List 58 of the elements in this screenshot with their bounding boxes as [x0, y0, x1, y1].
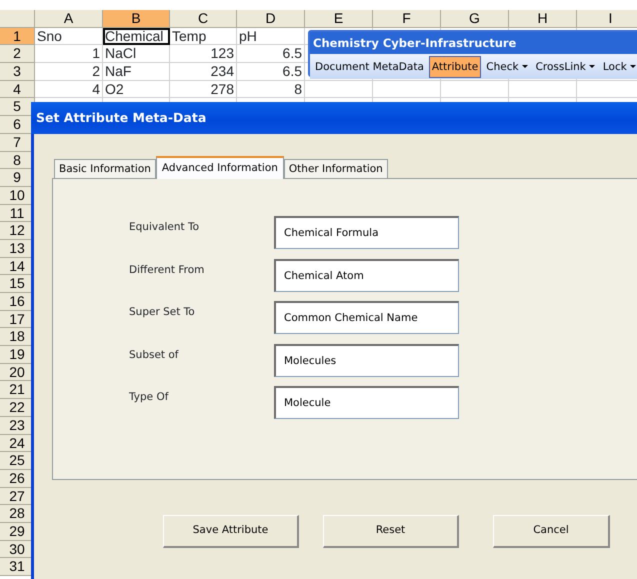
- empty-cell: [305, 80, 373, 98]
- table-cell: 123: [170, 45, 237, 64]
- column-header[interactable]: A: [35, 10, 103, 28]
- column-header[interactable]: B: [103, 10, 170, 28]
- toolbar-menu[interactable]: Document MetaData: [312, 56, 427, 78]
- tab[interactable]: Basic Information: [54, 159, 156, 178]
- row-header[interactable]: 2: [0, 45, 35, 64]
- table-cell: Sno: [35, 28, 103, 46]
- dialog-button[interactable]: Cancel: [493, 515, 610, 548]
- table-cell: 278: [170, 80, 237, 98]
- table-cell: 2: [35, 63, 103, 81]
- dialog-button[interactable]: Reset: [323, 515, 459, 548]
- field-label: Type Of: [129, 390, 170, 405]
- text-field[interactable]: Chemical Formula: [274, 216, 459, 249]
- table-cell: 4: [35, 80, 103, 98]
- dialog-title: Set Attribute Meta-Data: [31, 102, 637, 134]
- toolbar-menu[interactable]: Attribute: [428, 56, 482, 78]
- table-cell: 1: [35, 45, 103, 64]
- empty-cell: [373, 80, 441, 98]
- table-cell: Temp: [170, 28, 237, 46]
- toolbar-menu[interactable]: CrossLink: [532, 56, 598, 78]
- table-cell: 6.5: [237, 45, 305, 64]
- dialog-button[interactable]: Save Attribute: [163, 515, 299, 548]
- column-header[interactable]: D: [237, 10, 305, 28]
- empty-cell: [441, 80, 509, 98]
- text-field[interactable]: Molecules: [274, 344, 459, 376]
- empty-cell: [509, 80, 577, 98]
- text-field[interactable]: Chemical Atom: [274, 258, 459, 292]
- table-cell: pH: [237, 28, 305, 46]
- column-header[interactable]: G: [441, 10, 509, 28]
- column-header[interactable]: F: [373, 10, 441, 28]
- select-all-corner[interactable]: [0, 10, 35, 28]
- text-field[interactable]: Common Chemical Name: [274, 301, 459, 334]
- table-cell: NaF: [103, 63, 170, 81]
- column-header[interactable]: E: [305, 10, 373, 28]
- text-field[interactable]: Molecule: [274, 386, 459, 419]
- field-label: Super Set To: [129, 305, 196, 320]
- table-cell: NaCl: [103, 45, 170, 64]
- toolbar-title: Chemistry Cyber-Infrastructure: [312, 35, 518, 52]
- table-cell: O2: [103, 80, 170, 98]
- column-header[interactable]: C: [170, 10, 237, 28]
- toolbar-menu[interactable]: Lock: [600, 56, 637, 78]
- row-header[interactable]: 5: [0, 98, 35, 116]
- row-header[interactable]: 3: [0, 63, 35, 81]
- table-cell: 6.5: [237, 63, 305, 81]
- column-header[interactable]: H: [509, 10, 577, 28]
- row-header[interactable]: 4: [0, 80, 35, 98]
- tab[interactable]: Other Information: [284, 159, 388, 178]
- field-label: Equivalent To: [129, 220, 200, 235]
- row-header[interactable]: 1: [0, 28, 35, 46]
- field-label: Different From: [129, 262, 206, 278]
- field-label: Subset of: [129, 348, 180, 362]
- column-header[interactable]: I: [577, 10, 637, 28]
- tab[interactable]: Advanced Information: [156, 156, 284, 179]
- table-cell: 234: [170, 63, 237, 81]
- table-cell: Chemical: [103, 28, 170, 46]
- toolbar-menu[interactable]: Check: [483, 56, 531, 78]
- table-cell: 8: [237, 80, 305, 98]
